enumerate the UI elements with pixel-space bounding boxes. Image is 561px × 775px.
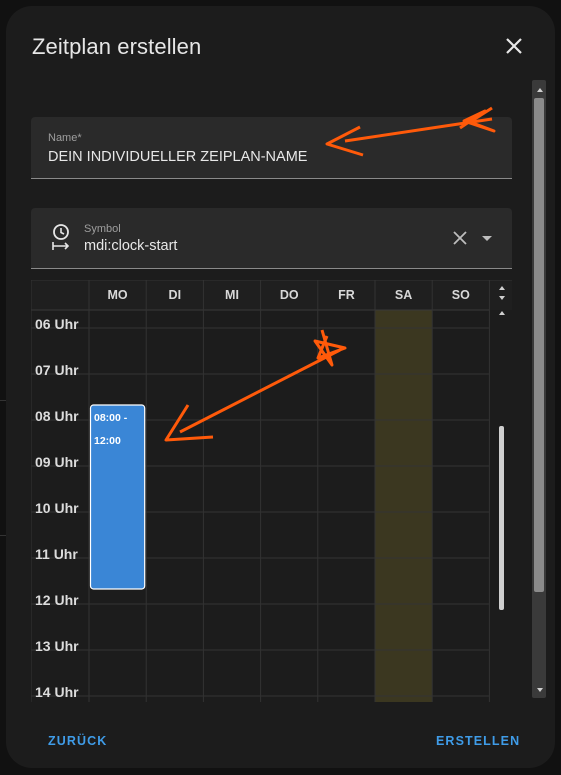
arrow-to-block <box>164 329 347 442</box>
arrow-to-name <box>325 106 496 157</box>
annotation-arrows <box>164 106 496 442</box>
